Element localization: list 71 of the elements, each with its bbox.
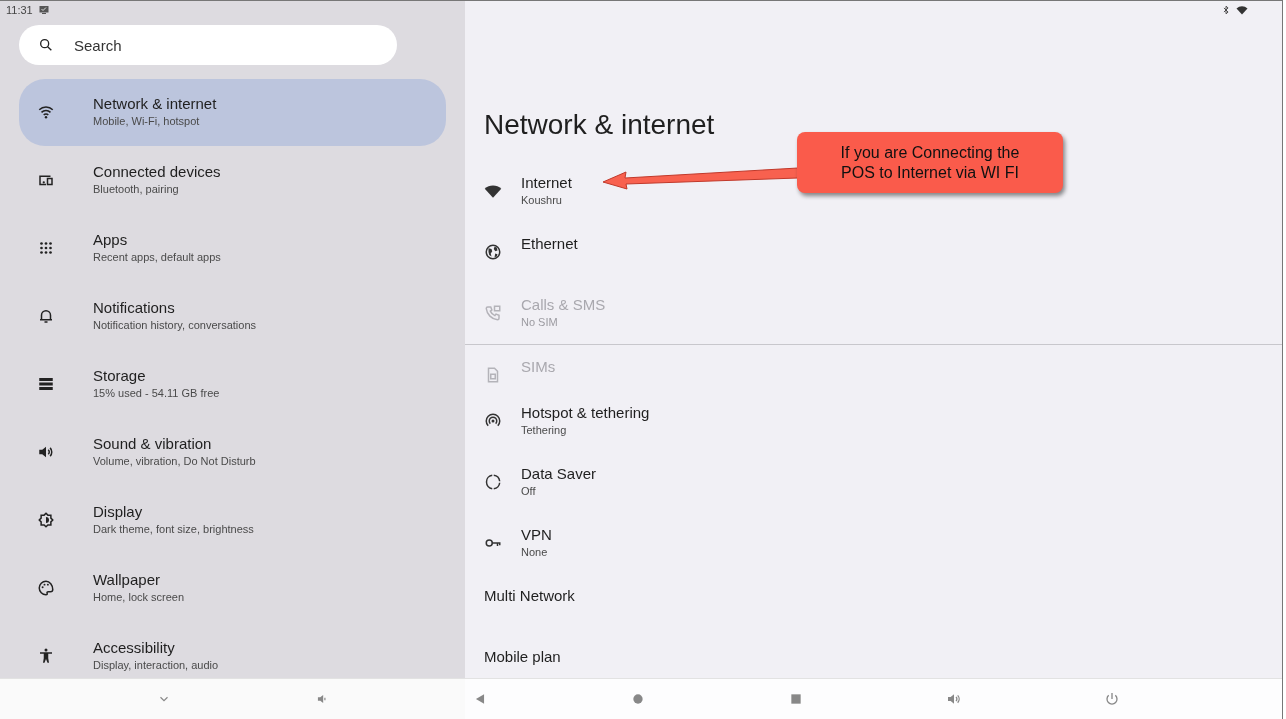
power-icon[interactable] [1104, 691, 1120, 707]
bluetooth-icon [1221, 5, 1231, 15]
phone-icon [484, 304, 502, 322]
item-title: Display [93, 503, 144, 521]
brightness-icon [37, 511, 55, 529]
item-title: Accessibility [93, 639, 176, 657]
apps-grid-icon [37, 239, 55, 257]
recents-icon[interactable] [789, 692, 803, 706]
item-title: Network & internet [93, 95, 217, 113]
item-subtitle: No SIM [521, 315, 559, 329]
wifi-icon [1236, 4, 1248, 16]
item-title: Multi Network [484, 587, 575, 605]
settings-item[interactable]: Internet Koushru [465, 167, 578, 213]
search-field[interactable]: Search [19, 25, 397, 65]
item-title: Hotspot & tethering [521, 404, 650, 422]
item-subtitle: Koushru [521, 193, 563, 207]
globe-icon [484, 243, 502, 261]
item-subtitle: Mobile, Wi-Fi, hotspot [93, 114, 201, 129]
storage-icon [37, 375, 55, 393]
sidebar-item[interactable]: Storage 15% used - 54.11 GB free [19, 363, 446, 405]
wifi-icon [484, 182, 502, 200]
sidebar-item[interactable]: Accessibility Display, interaction, audio [19, 635, 446, 677]
item-title: Sound & vibration [93, 435, 213, 453]
item-title: Calls & SMS [521, 296, 606, 314]
search-icon [38, 37, 54, 53]
item-subtitle: Display, interaction, audio [93, 658, 219, 673]
item-title: Wallpaper [93, 571, 161, 589]
item-title: Mobile plan [484, 648, 561, 666]
item-title: Notifications [93, 299, 176, 317]
item-subtitle: 15% used - 54.11 GB free [93, 386, 220, 401]
palette-icon [37, 579, 55, 597]
sidebar-item[interactable]: Connected devices Bluetooth, pairing [19, 159, 446, 201]
bell-icon [37, 307, 55, 325]
screenshot-icon [37, 4, 50, 16]
settings-item[interactable]: Data Saver Off [465, 458, 603, 504]
sidebar-item[interactable]: Sound & vibration Volume, vibration, Do Not Disturb [19, 431, 446, 473]
settings-item[interactable]: VPN None [465, 519, 558, 565]
item-title: Data Saver [521, 465, 597, 483]
home-icon[interactable] [631, 692, 645, 706]
item-subtitle: Tethering [521, 423, 568, 437]
sidebar-item[interactable]: Network & internet Mobile, Wi-Fi, hotspot [19, 78, 446, 146]
item-subtitle: Off [521, 484, 537, 498]
settings-item[interactable]: Hotspot & tethering Tethering [465, 397, 656, 443]
clock: 11:31 [6, 2, 33, 18]
wifi-icon [37, 103, 55, 121]
sidebar-item[interactable]: Display Dark theme, font size, brightness [19, 499, 446, 541]
item-subtitle: Notification history, conversations [93, 318, 257, 333]
sidebar-item[interactable]: Wallpaper Home, lock screen [19, 567, 446, 609]
item-title: Ethernet [521, 235, 578, 253]
settings-item[interactable]: Ethernet [465, 228, 584, 267]
sidebar-item[interactable]: Apps Recent apps, default apps [19, 227, 446, 269]
settings-item[interactable]: Multi Network [465, 580, 581, 611]
callout-text: If you are Connecting the POS to Internet via WI FI [839, 142, 1021, 183]
sidebar-item[interactable]: Notifications Notification history, conversations [19, 295, 446, 337]
item-title: Connected devices [93, 163, 221, 181]
item-subtitle: Home, lock screen [93, 590, 185, 605]
data-saver-icon [484, 473, 502, 491]
item-title: Apps [93, 231, 129, 249]
item-title: SIMs [521, 358, 556, 376]
item-title: Storage [93, 367, 147, 385]
volume-down-icon[interactable] [315, 692, 329, 706]
item-subtitle: Volume, vibration, Do Not Disturb [93, 454, 256, 469]
item-title: Internet [521, 174, 572, 192]
accessibility-icon [37, 647, 55, 665]
item-subtitle: None [521, 545, 549, 559]
item-subtitle: Bluetooth, pairing [93, 182, 180, 197]
item-title: VPN [521, 526, 552, 544]
item-subtitle: Recent apps, default apps [93, 250, 221, 265]
settings-item[interactable]: Mobile plan [465, 641, 567, 672]
page-title: Network & internet [484, 108, 716, 142]
item-subtitle: Dark theme, font size, brightness [93, 522, 254, 537]
